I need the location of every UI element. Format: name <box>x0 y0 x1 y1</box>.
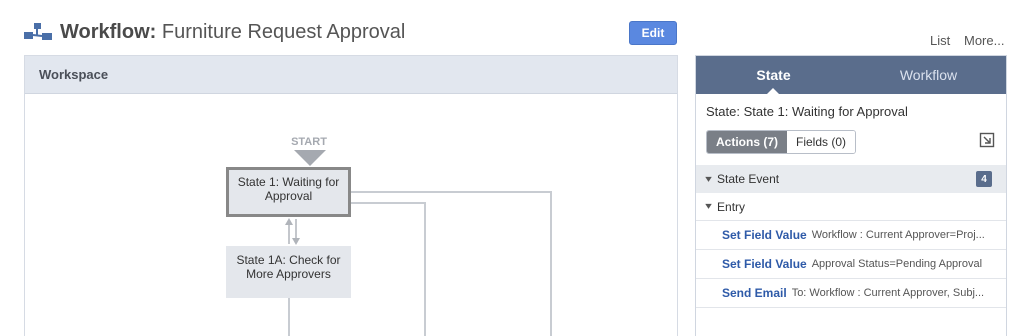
entry-label: Entry <box>717 199 746 214</box>
action-detail: Workflow : Current Approver=Proj... <box>811 229 985 241</box>
actions-fields-toggle: Actions (7) Fields (0) <box>706 130 857 154</box>
action-name: Send Email <box>722 286 787 300</box>
fields-tab-button[interactable]: Fields (0) <box>787 131 856 153</box>
more-link[interactable]: More... <box>964 33 1004 48</box>
title-prefix: Workflow: <box>60 21 157 43</box>
actions-tab-button[interactable]: Actions (7) <box>707 131 788 153</box>
active-tab-indicator <box>766 88 780 95</box>
state-event-row[interactable]: ▾ State Event 4 <box>696 165 1006 193</box>
start-arrow-icon <box>294 150 326 166</box>
action-name: Set Field Value <box>722 257 807 271</box>
action-detail: To: Workflow : Current Approver, Subj... <box>791 287 985 299</box>
action-detail: Approval Status=Pending Approval <box>811 258 983 270</box>
action-row[interactable]: Set Field Value Approval Status=Pending … <box>696 250 1006 279</box>
edit-button[interactable]: Edit <box>629 21 677 45</box>
action-name: Set Field Value <box>722 228 807 242</box>
state-node-1a[interactable]: State 1A: Check for More Approvers <box>226 246 351 298</box>
action-row[interactable]: Send Email To: Workflow : Current Approv… <box>696 279 1006 308</box>
tab-workflow[interactable]: Workflow <box>851 56 1006 94</box>
state-node-1[interactable]: State 1: Waiting for Approval <box>226 167 351 217</box>
expand-icon[interactable] <box>979 132 995 148</box>
workflow-name: Furniture Request Approval <box>161 21 406 43</box>
state-event-count-badge: 4 <box>976 171 992 187</box>
selected-state-label: State: State 1: Waiting for Approval <box>706 104 908 119</box>
page-title: Workflow: Furniture Request Approval <box>60 20 405 44</box>
workspace-panel: Workspace START State 1: Waiting for App… <box>24 55 678 336</box>
action-row[interactable]: Set Field Value Workflow : Current Appro… <box>696 221 1006 250</box>
workflow-connectors <box>285 191 552 336</box>
chevron-down-icon: ▾ <box>705 201 712 212</box>
chevron-down-icon: ▾ <box>705 173 712 185</box>
panel-tabs: State Workflow <box>696 56 1006 95</box>
start-label: START <box>291 136 327 148</box>
properties-panel: State Workflow State: State 1: Waiting f… <box>695 55 1007 336</box>
state-event-label: State Event <box>717 172 780 186</box>
list-link[interactable]: List <box>930 33 950 48</box>
entry-row[interactable]: ▾ Entry <box>696 193 1006 221</box>
workflow-icon <box>24 23 52 40</box>
